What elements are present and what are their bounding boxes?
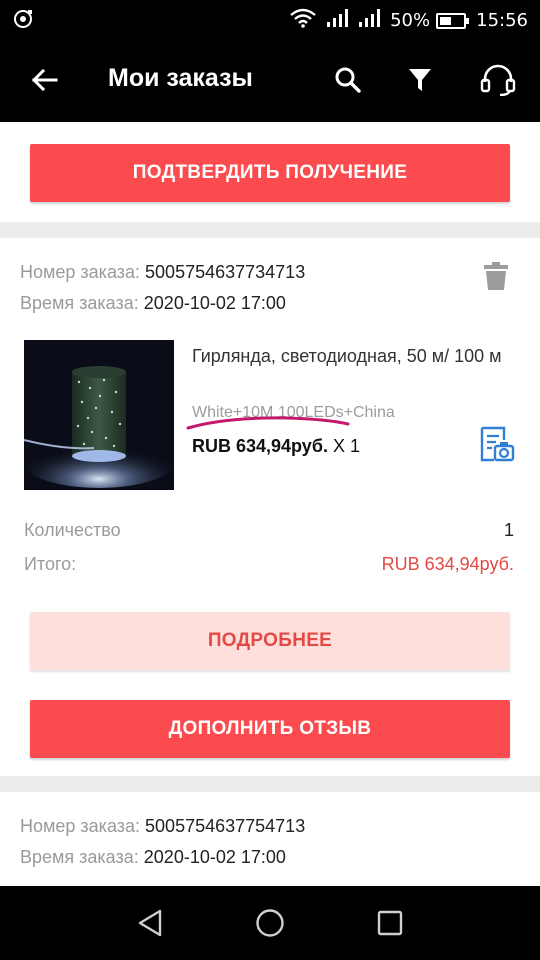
order-time: 2020-10-02 17:00 bbox=[143, 293, 286, 313]
wifi-icon bbox=[290, 8, 316, 33]
system-nav-bar bbox=[0, 886, 540, 960]
product-name[interactable]: Гирлянда, светодиодная, 50 м/ 100 м bbox=[192, 344, 512, 368]
order-number-row: Номер заказа: 5005754637754713 bbox=[20, 816, 305, 837]
signal-icon-1 bbox=[326, 8, 349, 33]
order-number-row: Номер заказа: 5005754637734713 bbox=[20, 262, 305, 283]
page-title: Мои заказы bbox=[108, 64, 253, 92]
orders-list[interactable]: ПОДТВЕРДИТЬ ПОЛУЧЕНИЕ Номер заказа: 5005… bbox=[0, 122, 540, 886]
product-image[interactable] bbox=[24, 340, 174, 490]
total-value: RUB 634,94руб. bbox=[381, 554, 514, 574]
quantity-value: 1 bbox=[503, 520, 514, 540]
headset-icon[interactable] bbox=[480, 62, 516, 98]
quantity-label: Количество bbox=[24, 520, 121, 540]
order-number-label: Номер заказа: bbox=[20, 262, 141, 282]
trash-icon[interactable] bbox=[484, 262, 508, 290]
clock: 15:56 bbox=[476, 10, 528, 31]
order-number: 5005754637754713 bbox=[145, 816, 306, 836]
previous-order-card: ПОДТВЕРДИТЬ ПОЛУЧЕНИЕ bbox=[0, 122, 540, 222]
signal-icon-2 bbox=[358, 8, 381, 33]
product-price: RUB 634,94руб. bbox=[192, 436, 328, 456]
order-time-label: Время заказа: bbox=[20, 293, 139, 313]
notification-icon bbox=[12, 8, 34, 35]
home-circle-icon[interactable] bbox=[253, 906, 287, 940]
recents-square-icon[interactable] bbox=[373, 906, 407, 940]
invoice-icon[interactable] bbox=[478, 426, 516, 464]
details-button[interactable]: ПОДРОБНЕЕ bbox=[30, 612, 510, 670]
order-number-label: Номер заказа: bbox=[20, 816, 141, 836]
highlight-underline bbox=[186, 416, 350, 430]
order-card: Номер заказа: 5005754637734713 Время зак… bbox=[0, 238, 540, 776]
order-card-2: Номер заказа: 5005754637754713 Время зак… bbox=[0, 792, 540, 886]
battery-icon bbox=[436, 12, 470, 29]
order-number: 5005754637734713 bbox=[145, 262, 306, 282]
status-bar: 50% 15:56 bbox=[0, 0, 540, 38]
product-price-line: RUB 634,94руб. X 1 bbox=[192, 436, 360, 457]
add-review-button[interactable]: ДОПОЛНИТЬ ОТЗЫВ bbox=[30, 700, 510, 758]
search-icon[interactable] bbox=[330, 62, 366, 98]
total-row: Итого: RUB 634,94руб. bbox=[24, 554, 516, 575]
order-time-row: Время заказа: 2020-10-02 17:00 bbox=[20, 293, 286, 314]
confirm-receipt-button[interactable]: ПОДТВЕРДИТЬ ПОЛУЧЕНИЕ bbox=[30, 144, 510, 202]
filter-icon[interactable] bbox=[402, 62, 438, 98]
app-bar: Мои заказы bbox=[0, 38, 540, 122]
order-time-label: Время заказа: bbox=[20, 847, 139, 867]
order-time-row: Время заказа: 2020-10-02 17:00 bbox=[20, 847, 286, 868]
battery-percent: 50% bbox=[390, 10, 431, 31]
order-time: 2020-10-02 17:00 bbox=[143, 847, 286, 867]
back-arrow-icon[interactable] bbox=[26, 62, 62, 98]
quantity-row: Количество 1 bbox=[24, 520, 516, 541]
back-triangle-icon[interactable] bbox=[133, 906, 167, 940]
total-label: Итого: bbox=[24, 554, 77, 574]
product-quantity-mult: X 1 bbox=[332, 436, 360, 456]
